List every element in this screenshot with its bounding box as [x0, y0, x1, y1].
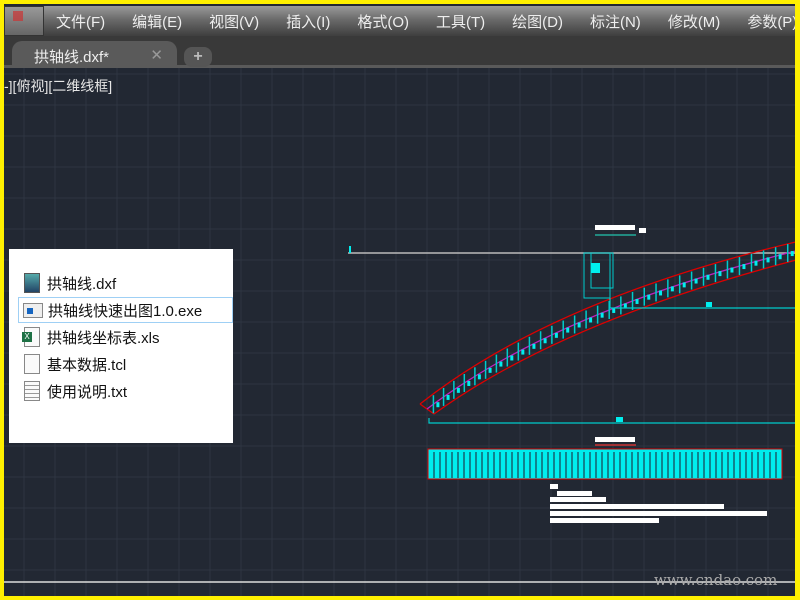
arch-marker: [670, 286, 674, 292]
new-tab-button[interactable]: +: [184, 47, 212, 67]
file-item[interactable]: 拱轴线坐标表.xls: [18, 324, 233, 350]
arch-marker: [467, 380, 471, 386]
arch-marker: [612, 307, 616, 313]
menu-format[interactable]: 格式(O): [357, 11, 409, 32]
arch-marker: [694, 278, 698, 284]
arch-marker: [521, 349, 525, 355]
arch-marker: [790, 251, 794, 257]
file-name: 基本数据.tcl: [47, 356, 127, 374]
file-item[interactable]: 基本数据.tcl: [18, 351, 233, 377]
arch-marker: [543, 338, 547, 344]
menu-view[interactable]: 视图(V): [209, 11, 259, 32]
file-name: 使用说明.txt: [47, 383, 128, 401]
menu-edit[interactable]: 编辑(E): [132, 11, 182, 32]
text-file-icon: [24, 381, 40, 401]
app-logo-icon[interactable]: [4, 6, 44, 36]
arch-marker: [589, 317, 593, 323]
menu-modify[interactable]: 修改(M): [668, 11, 721, 32]
arch-marker: [488, 367, 492, 373]
close-icon[interactable]: ✕: [150, 46, 163, 64]
menu-dimension[interactable]: 标注(N): [590, 11, 641, 32]
arch-marker: [499, 361, 503, 367]
arch-marker: [682, 282, 686, 288]
menu-tools[interactable]: 工具(T): [436, 11, 485, 32]
blank-file-icon: [24, 354, 40, 374]
notes-text: [550, 484, 767, 523]
arch-marker: [436, 402, 440, 408]
arch-marker: [446, 394, 450, 400]
arch-marker: [566, 327, 570, 333]
arch-inner: [433, 259, 795, 415]
arch-marker: [456, 387, 460, 393]
menu-file[interactable]: 文件(F): [56, 11, 105, 32]
arch-marker: [718, 271, 722, 277]
viewport-controls[interactable]: -][俯视][二维线框]: [4, 76, 112, 96]
arch-marker: [477, 374, 481, 380]
arch-marker: [754, 260, 758, 266]
menu-insert[interactable]: 插入(I): [286, 11, 330, 32]
arch-marker: [706, 274, 710, 280]
file-name: 拱轴线快速出图1.0.exe: [48, 302, 203, 320]
arch-marker: [577, 322, 581, 328]
menu-bar: 文件(F) 编辑(E) 视图(V) 插入(I) 格式(O) 工具(T) 绘图(D…: [4, 6, 795, 36]
menu-parameters[interactable]: 参数(P): [747, 11, 795, 32]
arch-marker: [659, 290, 663, 296]
file-name: 拱轴线坐标表.xls: [47, 329, 160, 347]
arch-marker: [635, 298, 639, 304]
arch-marker: [510, 355, 514, 361]
arch-marker: [778, 254, 782, 260]
file-item[interactable]: 拱轴线快速出图1.0.exe: [18, 297, 233, 323]
arch-marker: [647, 294, 651, 300]
file-item[interactable]: 使用说明.txt: [18, 378, 233, 404]
menu-draw[interactable]: 绘图(D): [512, 11, 563, 32]
arch-marker: [532, 343, 536, 349]
file-item[interactable]: 拱轴线.dxf: [18, 270, 233, 296]
tab-drawing[interactable]: 拱轴线.dxf* ✕: [12, 41, 177, 68]
file-list-panel: 拱轴线.dxf 拱轴线快速出图1.0.exe 拱轴线坐标表.xls 基本数据.t…: [9, 249, 233, 443]
arch-marker: [742, 264, 746, 270]
arch-marker: [766, 257, 770, 263]
cad-window: 文件(F) 编辑(E) 视图(V) 插入(I) 格式(O) 工具(T) 绘图(D…: [4, 4, 795, 596]
file-name: 拱轴线.dxf: [47, 275, 117, 293]
exe-file-icon: [23, 302, 43, 318]
arch-marker: [730, 267, 734, 273]
arch-ticks: [432, 244, 794, 414]
arch-marker: [600, 312, 604, 318]
excel-file-icon: [22, 327, 40, 347]
dxf-file-icon: [24, 273, 40, 293]
watermark: www.cndao.com: [654, 571, 778, 589]
document-tab-bar: 拱轴线.dxf* ✕ +: [4, 36, 795, 68]
coordinate-table: [427, 448, 783, 480]
tab-title: 拱轴线.dxf*: [34, 49, 110, 66]
arch-marker: [554, 332, 558, 338]
